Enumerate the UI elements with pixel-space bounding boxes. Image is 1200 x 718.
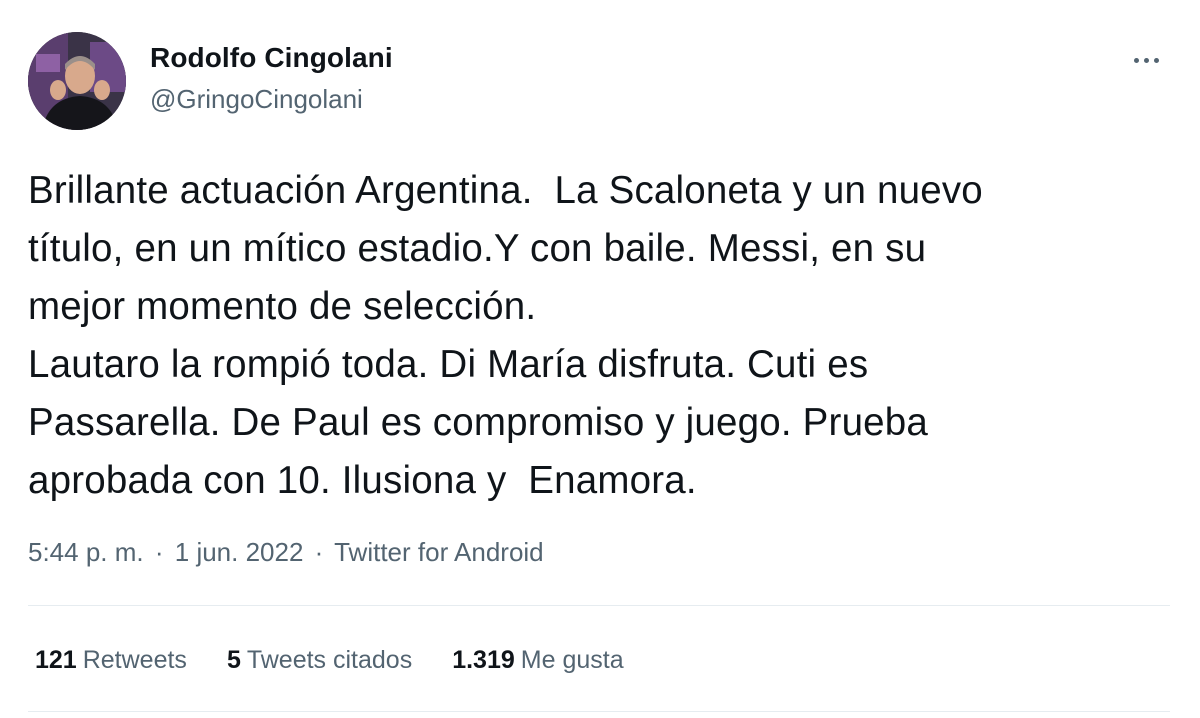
quotes-stat[interactable]: 5 Tweets citados [227, 640, 412, 680]
avatar[interactable] [28, 32, 126, 130]
author-handle[interactable]: @GringoCingolani [150, 81, 393, 117]
likes-label: Me gusta [520, 646, 624, 674]
likes-stat[interactable]: 1.319 Me gusta [452, 640, 623, 680]
tweet-date[interactable]: 1 jun. 2022 [175, 537, 304, 567]
more-dot [1133, 57, 1139, 63]
tweet-meta: 5:44 p. m. · 1 jun. 2022 · Twitter for A… [28, 532, 544, 572]
quotes-count: 5 [226, 646, 241, 674]
tweet-card: Rodolfo Cingolani @GringoCingolani Brill… [0, 0, 1200, 718]
quotes-label: Tweets citados [246, 646, 413, 674]
tweet-time[interactable]: 5:44 p. m. [28, 537, 144, 567]
more-horizontal-icon[interactable] [1126, 40, 1166, 80]
retweets-label: Retweets [82, 646, 187, 674]
author-names: Rodolfo Cingolani @GringoCingolani [150, 40, 393, 117]
avatar-image [28, 32, 126, 130]
author-display-name[interactable]: Rodolfo Cingolani [150, 40, 393, 76]
meta-separator: · [154, 537, 164, 567]
tweet-header: Rodolfo Cingolani @GringoCingolani [28, 32, 1170, 132]
meta-separator: · [314, 537, 324, 567]
likes-count: 1.319 [452, 646, 515, 674]
tweet-text: Brillante actuación Argentina. La Scalon… [28, 169, 983, 502]
divider [28, 605, 1170, 606]
more-dot [1153, 57, 1159, 63]
tweet-stats: 121 Retweets 5 Tweets citados 1.319 Me gust… [35, 640, 624, 680]
tweet-source[interactable]: Twitter for Android [334, 537, 544, 567]
retweets-stat[interactable]: 121 Retweets [35, 640, 187, 680]
more-dot [1143, 57, 1149, 63]
divider [28, 711, 1170, 712]
retweets-count: 121 [35, 646, 77, 674]
